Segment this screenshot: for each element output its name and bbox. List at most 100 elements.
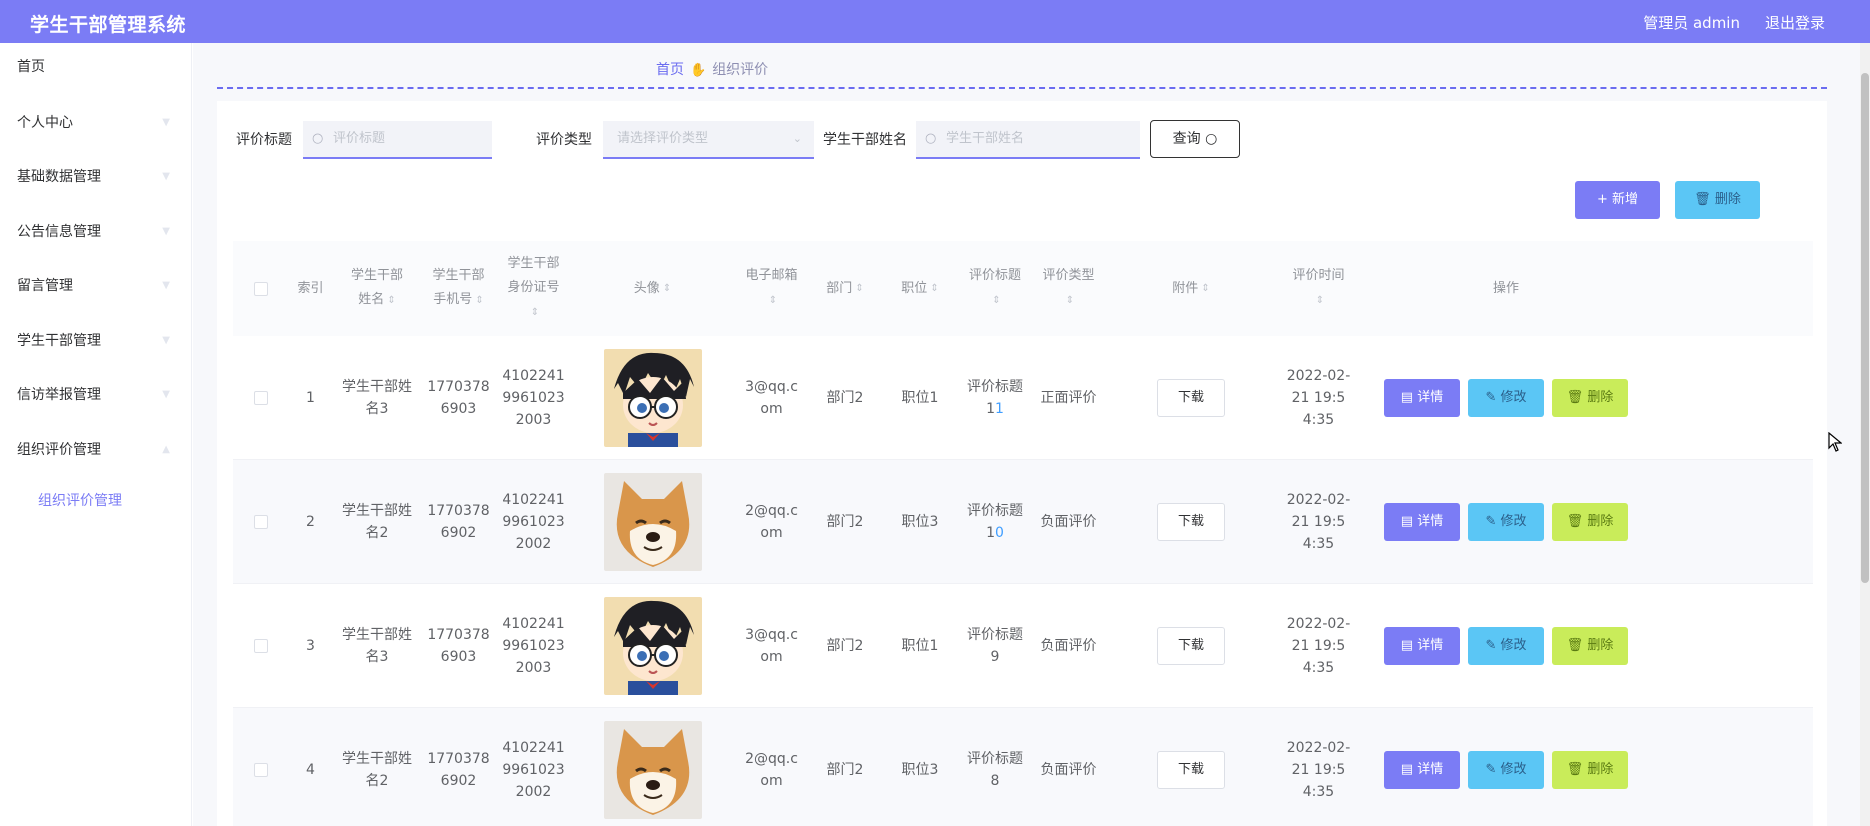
batch-delete-button[interactable]: 🗑 删除 (1675, 181, 1760, 219)
detail-button[interactable]: ▤ 详情 (1384, 627, 1460, 665)
cell-name-text: 学生干部姓名3 (342, 379, 412, 417)
edit-button-label: 修改 (1500, 762, 1527, 777)
sidebar-item-basic-data[interactable]: 基础数据管理 ▼ (0, 157, 192, 197)
sidebar-item-evaluation[interactable]: 组织评价管理 ▲ (0, 430, 192, 470)
name-search-input[interactable]: ○ 学生干部姓名 (916, 121, 1140, 159)
row-checkbox[interactable] (253, 763, 268, 777)
chevron-down-icon: ▼ (162, 117, 170, 128)
document-icon: ▤ (1400, 762, 1414, 777)
delete-button[interactable]: 🗑 删除 (1552, 379, 1628, 417)
table-row: 2 学生干部姓名2 17703786902 410224199610232002… (233, 460, 1813, 584)
cell-time-text: 2022-02-21 19:54:35 (1286, 740, 1351, 800)
sort-icon[interactable]: ⇕ (855, 277, 863, 301)
type-select[interactable]: 请选择评价类型 ⌄ (603, 121, 814, 159)
cell-email-text: 2@qq.com (745, 503, 798, 541)
scrollbar-thumb[interactable] (1861, 73, 1869, 583)
sidebar-item-home[interactable]: 首页 (0, 47, 192, 87)
avatar[interactable] (603, 349, 702, 447)
cell-idcard: 410224199610232002 (496, 460, 571, 584)
sort-icon[interactable]: ⇕ (531, 307, 539, 318)
row-checkbox-cell (233, 708, 288, 826)
sort-icon[interactable]: ⇕ (387, 295, 395, 306)
row-checkbox[interactable] (253, 391, 268, 405)
download-button[interactable]: 下载 (1157, 503, 1225, 541)
edit-button[interactable]: ✎ 修改 (1468, 379, 1544, 417)
avatar-image-conan (603, 597, 702, 695)
column-dept-label: 部门 (826, 280, 853, 296)
column-email-label: 电子邮箱 (745, 268, 798, 283)
logout-link[interactable]: 退出登录 (1765, 12, 1825, 33)
mouse-cursor-icon (1828, 432, 1842, 452)
checkbox[interactable] (253, 281, 268, 296)
column-idcard[interactable]: 学生干部身份证号 ⇕ (496, 241, 571, 336)
column-avatar-label: 头像 (633, 280, 660, 296)
avatar[interactable] (603, 473, 702, 571)
sidebar-item-petition[interactable]: 信访举报管理 ▼ (0, 375, 192, 415)
sort-icon[interactable]: ⇕ (663, 277, 671, 301)
sort-icon[interactable]: ⇕ (930, 277, 938, 301)
avatar-image-shiba (603, 473, 702, 571)
detail-button[interactable]: ▤ 详情 (1384, 379, 1460, 417)
sort-icon[interactable]: ⇕ (1316, 295, 1324, 306)
cell-attachment: 下载 (1106, 584, 1276, 708)
download-button[interactable]: 下载 (1157, 627, 1225, 665)
edit-button[interactable]: ✎ 修改 (1468, 503, 1544, 541)
row-checkbox[interactable] (253, 515, 268, 529)
trash-icon: 🗑 (1566, 638, 1584, 653)
breadcrumb-home[interactable]: 首页 (656, 62, 684, 78)
delete-button[interactable]: 🗑 删除 (1552, 751, 1628, 789)
sidebar-item-notice[interactable]: 公告信息管理 ▼ (0, 212, 192, 252)
column-name[interactable]: 学生干部姓名 ⇕ (333, 241, 421, 336)
cell-dept: 部门2 (826, 762, 864, 778)
edit-button[interactable]: ✎ 修改 (1468, 751, 1544, 789)
column-email[interactable]: 电子邮箱 ⇕ (734, 241, 809, 336)
chevron-down-icon: ▼ (162, 280, 170, 291)
query-button[interactable]: 查询 ○ (1150, 120, 1240, 158)
title-search-input[interactable]: ○ 评价标题 (303, 121, 492, 159)
cell-idcard-text: 410224199610232003 (502, 616, 565, 676)
sort-icon[interactable]: ⇕ (1201, 277, 1209, 301)
column-attachment-label: 附件 (1172, 280, 1199, 296)
column-time[interactable]: 评价时间 ⇕ (1276, 241, 1361, 336)
edit-button[interactable]: ✎ 修改 (1468, 627, 1544, 665)
page-scrollbar[interactable] (1860, 43, 1870, 826)
add-button-label: 新增 (1612, 192, 1639, 207)
column-title[interactable]: 评价标题 ⇕ (959, 241, 1031, 336)
sidebar-item-messages[interactable]: 留言管理 ▼ (0, 266, 192, 306)
sort-icon[interactable]: ⇕ (992, 295, 1000, 306)
sidebar-item-personal-center[interactable]: 个人中心 ▼ (0, 103, 192, 143)
detail-button[interactable]: ▤ 详情 (1384, 503, 1460, 541)
column-attachment[interactable]: 附件 ⇕ (1106, 241, 1276, 336)
type-search-label: 评价类型 (536, 132, 592, 148)
sidebar-item-label: 组织评价管理 (17, 442, 101, 458)
detail-button[interactable]: ▤ 详情 (1384, 751, 1460, 789)
cell-index: 3 (306, 638, 315, 654)
sidebar-item-cadres[interactable]: 学生干部管理 ▼ (0, 321, 192, 361)
sidebar-subitem-label: 组织评价管理 (38, 493, 122, 509)
avatar[interactable] (603, 721, 702, 819)
column-type[interactable]: 评价类型 ⇕ (1031, 241, 1106, 336)
delete-button[interactable]: 🗑 删除 (1552, 627, 1628, 665)
sort-icon[interactable]: ⇕ (1066, 295, 1074, 306)
sidebar-item-label: 公告信息管理 (17, 224, 101, 240)
sort-icon[interactable]: ⇕ (475, 295, 483, 306)
table-row: 1 学生干部姓名3 17703786903 410224199610232003… (233, 336, 1813, 460)
row-checkbox-cell (233, 336, 288, 460)
sidebar-subitem-evaluation-manage[interactable]: 组织评价管理 (0, 481, 192, 521)
delete-button[interactable]: 🗑 删除 (1552, 503, 1628, 541)
cell-phone: 17703786903 (421, 584, 496, 708)
sort-icon[interactable]: ⇕ (769, 295, 777, 306)
row-checkbox[interactable] (253, 639, 268, 653)
cell-idcard: 410224199610232003 (496, 336, 571, 460)
column-dept[interactable]: 部门 ⇕ (809, 241, 881, 336)
add-button[interactable]: + 新增 (1575, 181, 1660, 219)
column-phone[interactable]: 学生干部手机号 ⇕ (421, 241, 496, 336)
select-all-checkbox[interactable] (233, 241, 288, 336)
avatar[interactable] (603, 597, 702, 695)
pencil-icon: ✎ (1485, 514, 1497, 529)
cell-dept: 部门2 (826, 514, 864, 530)
download-button[interactable]: 下载 (1157, 379, 1225, 417)
download-button[interactable]: 下载 (1157, 751, 1225, 789)
column-avatar[interactable]: 头像 ⇕ (571, 241, 734, 336)
column-position[interactable]: 职位 ⇕ (881, 241, 959, 336)
